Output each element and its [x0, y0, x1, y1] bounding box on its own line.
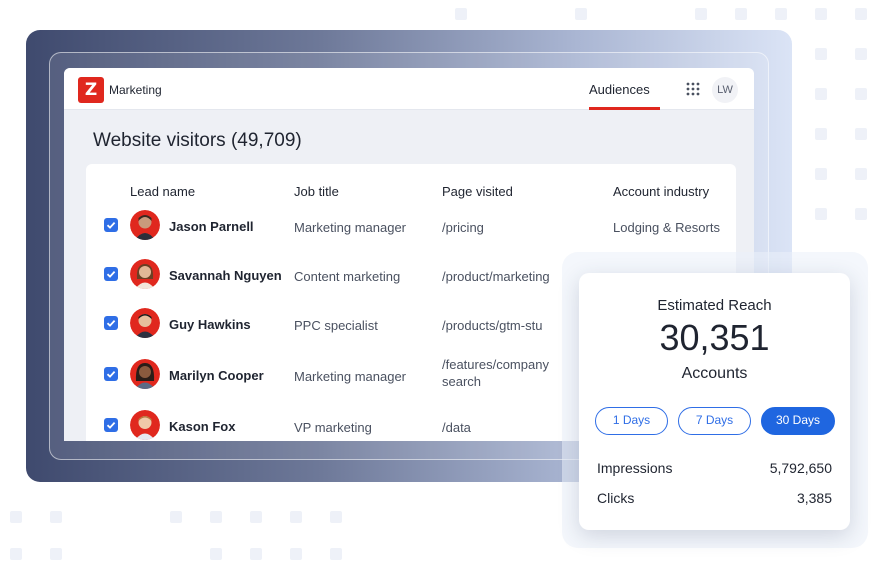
checkmark-icon [106, 319, 116, 327]
background-dot [290, 511, 302, 523]
background-dot [855, 208, 867, 220]
background-dot [210, 511, 222, 523]
lead-name[interactable]: Kason Fox [169, 419, 235, 434]
job-title-cell: Content marketing [294, 269, 401, 284]
background-dot [575, 8, 587, 20]
lead-avatar [130, 308, 160, 338]
reach-title: Estimated Reach [657, 297, 772, 314]
user-avatar[interactable]: LW [712, 77, 738, 103]
background-dot [170, 511, 182, 523]
checkmark-icon [106, 421, 116, 429]
background-dot [10, 548, 22, 560]
row-checkbox[interactable] [104, 267, 118, 281]
clicks-value: 3,385 [796, 490, 832, 506]
range-7-days-button[interactable]: 7 Days [678, 407, 751, 435]
lead-name[interactable]: Guy Hawkins [169, 317, 251, 332]
job-title-cell: VP marketing [294, 420, 372, 435]
background-dot [455, 8, 467, 20]
range-30-days-button[interactable]: 30 Days [761, 407, 835, 435]
reach-unit: Accounts [681, 365, 748, 382]
page-title: Website visitors (49,709) [93, 130, 302, 151]
background-dot [855, 88, 867, 100]
column-header-job-title[interactable]: Job title [294, 184, 339, 199]
column-header-account-industry[interactable]: Account industry [613, 184, 709, 199]
lead-avatar [130, 210, 160, 240]
row-checkbox[interactable] [104, 367, 118, 381]
background-dot [250, 548, 262, 560]
background-dot [210, 548, 222, 560]
background-dot [330, 548, 342, 560]
background-dot [815, 48, 827, 60]
page-visited-cell: /product/marketing [442, 269, 550, 284]
background-dot [50, 548, 62, 560]
apps-grid-icon[interactable] [686, 82, 700, 96]
background-dot [250, 511, 262, 523]
page-visited-cell: /data [442, 420, 471, 435]
background-dot [290, 548, 302, 560]
page-visited-cell: /features/company search [442, 357, 549, 389]
background-dot [50, 511, 62, 523]
active-tab-indicator [589, 107, 660, 110]
job-title-cell: Marketing manager [294, 369, 406, 384]
reach-value: 30,351 [659, 317, 770, 358]
background-dot [815, 128, 827, 140]
estimated-reach-card: Estimated Reach 30,351 Accounts 1 Days 7… [579, 273, 850, 530]
job-title-cell: Marketing manager [294, 220, 406, 235]
job-title-cell: PPC specialist [294, 318, 378, 333]
table-row[interactable]: Jason Parnell Marketing manager /pricing… [86, 204, 736, 248]
background-dot [815, 168, 827, 180]
column-header-lead-name[interactable]: Lead name [130, 184, 195, 199]
page-visited-cell: /pricing [442, 220, 484, 235]
column-header-page-visited[interactable]: Page visited [442, 184, 513, 199]
lead-name[interactable]: Marilyn Cooper [169, 368, 264, 383]
background-dot [855, 8, 867, 20]
background-dot [735, 8, 747, 20]
impressions-value: 5,792,650 [769, 460, 832, 476]
background-dot [855, 168, 867, 180]
checkmark-icon [106, 221, 116, 229]
row-checkbox[interactable] [104, 218, 118, 232]
lead-name[interactable]: Savannah Nguyen [169, 268, 282, 283]
checkmark-icon [106, 370, 116, 378]
row-checkbox[interactable] [104, 418, 118, 432]
lead-avatar [130, 259, 160, 289]
brand-logo-icon[interactable]: Z [78, 77, 104, 103]
account-industry-cell: Lodging & Resorts [613, 220, 720, 235]
lead-name[interactable]: Jason Parnell [169, 219, 254, 234]
background-dot [855, 128, 867, 140]
background-dot [815, 8, 827, 20]
range-1-days-button[interactable]: 1 Days [595, 407, 668, 435]
lead-avatar [130, 410, 160, 440]
clicks-label: Clicks [597, 490, 635, 506]
checkmark-icon [106, 270, 116, 278]
app-name: Marketing [109, 83, 162, 97]
background-dot [815, 88, 827, 100]
background-dot [695, 8, 707, 20]
background-dot [330, 511, 342, 523]
background-dot [775, 8, 787, 20]
impressions-label: Impressions [597, 460, 673, 476]
lead-avatar [130, 359, 160, 389]
background-dot [815, 208, 827, 220]
top-bar: Z Marketing Audiences LW [64, 68, 754, 110]
background-dot [855, 48, 867, 60]
row-checkbox[interactable] [104, 316, 118, 330]
background-dot [10, 511, 22, 523]
tab-audiences[interactable]: Audiences [589, 82, 650, 97]
page-visited-cell: /products/gtm-stu [442, 318, 543, 333]
